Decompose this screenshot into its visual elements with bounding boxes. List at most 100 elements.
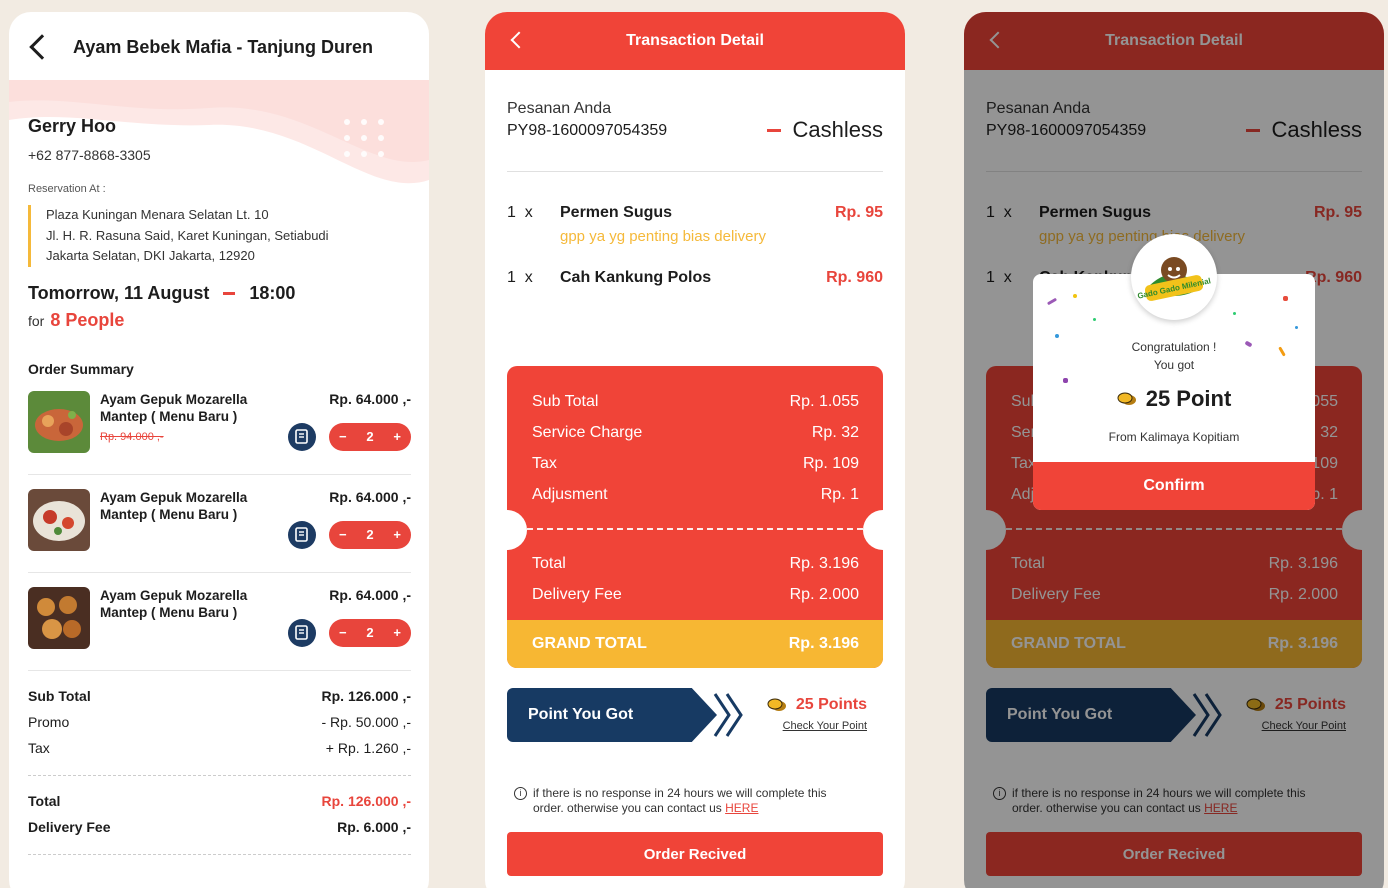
item-qty: 1 x — [507, 204, 533, 222]
cost-value: Rp. 109 — [802, 455, 859, 472]
tax-row: Tax + Rp. 1.260 ,- — [28, 735, 411, 761]
tax-label: Tax — [28, 739, 50, 756]
item-price: Rp. 960 — [826, 269, 883, 286]
qty-x: x — [524, 269, 533, 286]
note-button[interactable] — [288, 618, 316, 647]
note-icon — [295, 526, 308, 542]
quantity-value: 2 — [366, 527, 374, 542]
qty-x: x — [524, 204, 533, 221]
reservation-datetime: Tomorrow, 11 August 18:00 — [28, 283, 411, 304]
perforation-line — [517, 528, 873, 530]
note-button[interactable] — [288, 422, 316, 451]
item-name: Permen Sugus — [560, 204, 673, 221]
reservation-screen: Ayam Bebek Mafia - Tanjung Duren Gerry H… — [9, 12, 429, 888]
total-label: Total — [28, 792, 61, 809]
people-count: 8 People — [50, 309, 125, 330]
address-line: Plaza Kuningan Menara Selatan Lt. 10 — [46, 207, 269, 222]
points-reward-modal: Gado Gado Milenial Congratulation ! You … — [1033, 234, 1315, 510]
quantity-stepper: − 2 + — [329, 618, 411, 647]
points-source: From Kalimaya Kopitiam — [1108, 430, 1240, 444]
customer-name: Gerry Hoo — [28, 116, 117, 136]
confetti — [1283, 296, 1288, 301]
reservation-date: Tomorrow, 11 August — [28, 282, 210, 303]
coin-icon — [1117, 392, 1136, 405]
popup-points-value: 25 Point — [1145, 386, 1232, 411]
delivery-row: Delivery Fee Rp. 2.000 — [532, 586, 859, 604]
points-value: 25 Points — [795, 696, 867, 713]
transaction-title: Transaction Detail — [626, 32, 764, 49]
order-label: Pesanan Anda — [507, 100, 612, 117]
points-earned: 25 Points — [767, 696, 867, 714]
cost-breakdown-ticket: Sub TotalRp. 1.055 Service ChargeRp. 32 … — [507, 366, 883, 668]
here-link[interactable]: HERE — [725, 801, 758, 815]
plus-button[interactable]: + — [393, 429, 401, 444]
subtotal-value: Rp. 126.000 ,- — [321, 687, 412, 704]
delivery-value: Rp. 2.000 — [789, 586, 859, 603]
minus-button[interactable]: − — [339, 625, 347, 640]
total-label: Total — [532, 555, 566, 572]
confirm-button[interactable]: Confirm — [1033, 462, 1315, 510]
total-value: Rp. 3.196 — [789, 555, 859, 572]
order-received-button[interactable]: Order Recived — [507, 832, 883, 876]
coin-icon — [767, 698, 786, 711]
grand-total-row: GRAND TOTAL Rp. 3.196 — [507, 620, 883, 668]
note-button[interactable] — [288, 520, 316, 549]
cost-value: Rp. 32 — [811, 424, 859, 441]
party-size: for 8 People — [28, 310, 411, 331]
ticket-notch-left — [487, 510, 527, 550]
quantity-stepper: − 2 + — [329, 520, 411, 549]
minus-button[interactable]: − — [339, 527, 347, 542]
qty-value: 1 — [507, 204, 516, 221]
reservation-body: Gerry Hoo +62 877-8868-3305 Reservation … — [28, 116, 411, 867]
grand-total-value: Rp. 3.196 — [788, 635, 859, 652]
item-qty: 1 x — [507, 269, 533, 287]
order-code: PY98-1600097054359 — [507, 122, 668, 139]
item-name: Ayam Gepuk Mozarella Mantep ( Menu Baru … — [100, 587, 248, 620]
ticket-notch-right — [863, 510, 903, 550]
address-line: Jl. H. R. Rasuna Said, Karet Kuningan, S… — [46, 227, 329, 243]
delivery-label: Delivery Fee — [532, 586, 622, 603]
point-you-got-banner: Point You Got — [507, 688, 717, 742]
note-icon — [295, 624, 308, 640]
popup-points: 25 Point — [1033, 386, 1315, 412]
subtotal-row: Sub Total Rp. 126.000 ,- — [28, 683, 411, 709]
confetti — [1073, 294, 1077, 298]
congratulation-text: Congratulation ! You got — [1033, 338, 1315, 374]
congrats-line: Congratulation ! — [1131, 340, 1217, 354]
tax-value: + Rp. 1.260 ,- — [325, 739, 411, 756]
order-item: Ayam Gepuk Mozarella Mantep ( Menu Baru … — [28, 377, 411, 475]
subtotal-label: Sub Total — [28, 687, 91, 704]
food-image — [28, 586, 90, 649]
info-icon: i — [514, 787, 527, 800]
reservation-header: Ayam Bebek Mafia - Tanjung Duren — [9, 12, 429, 82]
check-your-point-link[interactable]: Check Your Point — [783, 720, 867, 732]
confetti — [1295, 326, 1298, 329]
item-name: Cah Kankung Polos — [560, 269, 712, 286]
order-item: Ayam Gepuk Mozarella Mantep ( Menu Baru … — [28, 573, 411, 671]
food-image — [28, 488, 90, 551]
cost-label: Service Charge — [532, 424, 643, 441]
dash-divider — [223, 291, 236, 295]
double-chevron-icon — [713, 693, 743, 737]
item-old-price: Rp. 94.000 ,- — [100, 430, 164, 443]
minus-button[interactable]: − — [339, 429, 347, 444]
chevron-left-icon[interactable] — [29, 34, 55, 60]
cost-row: Service Charge Rp. 32 — [532, 424, 859, 442]
note-icon — [295, 428, 308, 444]
cost-label: Adjusment — [532, 486, 608, 503]
order-summary-totals: Sub Total Rp. 126.000 ,- Promo - Rp. 50.00… — [28, 683, 411, 855]
plus-button[interactable]: + — [393, 527, 401, 542]
total-row: Total Rp. 3.196 — [532, 555, 859, 573]
restaurant-logo: Gado Gado Milenial — [1131, 234, 1217, 320]
chevron-left-icon[interactable] — [510, 31, 528, 49]
plus-button[interactable]: + — [393, 625, 401, 640]
cost-row: Sub Total Rp. 1.055 — [532, 393, 859, 411]
transaction-header: Transaction Detail — [485, 12, 905, 70]
total-row: Total Rp. 126.000 ,- — [28, 788, 411, 814]
reservation-address: Plaza Kuningan Menara Selatan Lt. 10 Jl.… — [28, 205, 411, 267]
dashed-divider — [28, 774, 411, 776]
cost-label: Tax — [532, 455, 557, 472]
order-item-list: Ayam Gepuk Mozarella Mantep ( Menu Baru … — [28, 377, 411, 671]
order-summary-title: Order Summary — [28, 360, 134, 377]
address-line: Jakarta Selatan, DKI Jakarta, 12920 — [46, 248, 255, 263]
